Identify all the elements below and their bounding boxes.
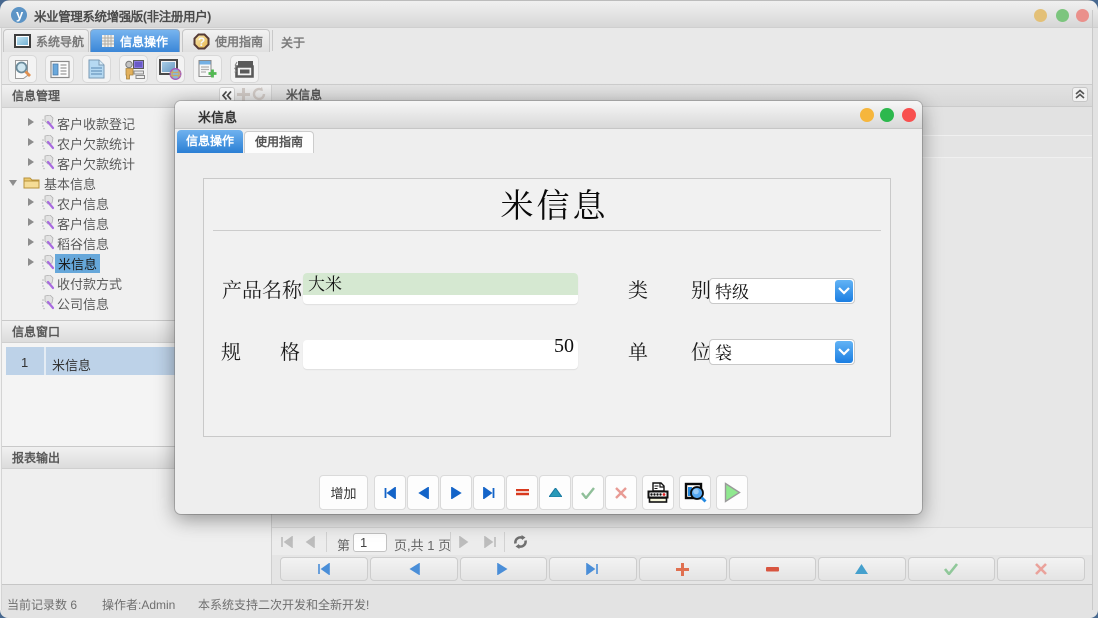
svg-text:?: ? xyxy=(198,35,205,49)
